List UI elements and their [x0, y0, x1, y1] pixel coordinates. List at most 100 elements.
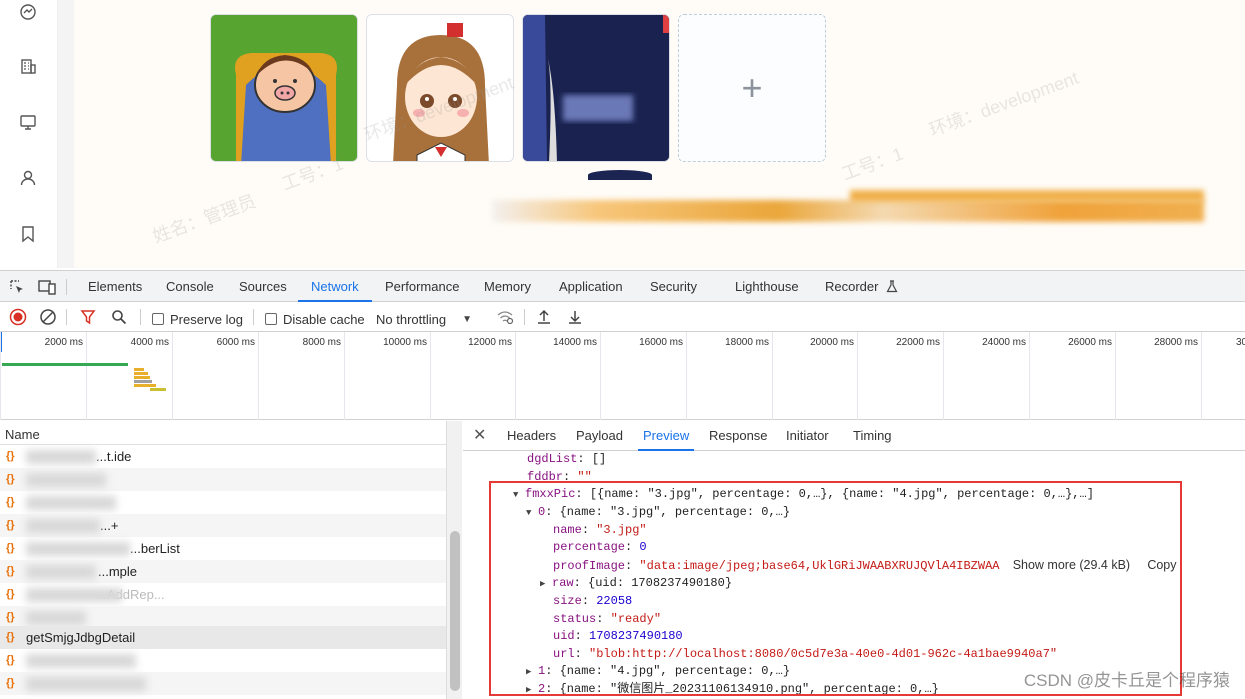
expand-triangle-icon[interactable]: ▶ [526, 663, 538, 681]
table-row[interactable]: {} [0, 491, 446, 514]
watermark-text: 环境：development [926, 67, 1082, 141]
throttling-select[interactable]: No throttling ▼ [376, 309, 472, 329]
device-toolbar-icon[interactable] [38, 278, 56, 296]
table-row[interactable]: {} [0, 468, 446, 491]
xhr-icon: {} [6, 677, 15, 689]
request-list-scrollbar[interactable] [446, 421, 462, 699]
tab-performance[interactable]: Performance [375, 271, 469, 302]
json-line: status: "ready" [553, 612, 662, 626]
json-line-expandable[interactable]: ▶ 2: {name: "微信图片_20231106134910.png", pe… [526, 680, 939, 698]
tab-elements[interactable]: Elements [78, 271, 152, 302]
tab-lighthouse[interactable]: Lighthouse [725, 271, 809, 302]
upload-add-button[interactable]: + [678, 14, 826, 162]
table-row[interactable]: {} [0, 649, 446, 672]
detail-tabbar: ✕ Headers Payload Preview Response Initi… [463, 421, 1245, 451]
table-row[interactable]: {} ...t.ide [0, 445, 446, 468]
xhr-icon: {} [6, 588, 15, 600]
app-sidebar [0, 0, 58, 268]
devtools-tabbar: Elements Console Sources Network Perform… [0, 270, 1245, 302]
image-thumbnail-pig[interactable] [210, 14, 358, 162]
inspect-element-icon[interactable] [8, 278, 26, 296]
timeline-tick: 2000 ms [0, 332, 86, 420]
tab-security[interactable]: Security [640, 271, 707, 302]
export-har-icon[interactable] [567, 307, 583, 327]
json-line: url: "blob:http://localhost:8080/0c5d7e3… [553, 647, 1058, 661]
blurred-content [850, 190, 1204, 202]
json-line: size: 22058 [553, 594, 633, 608]
search-icon[interactable] [111, 307, 127, 327]
csdn-watermark: CSDN @皮卡丘是个程序猿 [1023, 671, 1230, 690]
tab-payload[interactable]: Payload [571, 421, 628, 451]
timeline-bar [134, 384, 156, 387]
timeline-tick: 8000 ms [258, 332, 344, 420]
user-icon[interactable] [18, 168, 38, 188]
bookmark-icon[interactable] [18, 224, 38, 244]
redacted-text [26, 450, 96, 464]
tab-response[interactable]: Response [704, 421, 773, 451]
tab-network[interactable]: Network [298, 271, 372, 302]
record-stop-icon[interactable] [9, 307, 27, 327]
timeline-tick: 14000 ms [515, 332, 600, 420]
tab-timing[interactable]: Timing [848, 421, 897, 451]
tab-console[interactable]: Console [156, 271, 224, 302]
disable-cache-checkbox[interactable]: Disable cache [265, 309, 365, 329]
filter-icon[interactable] [80, 307, 96, 327]
table-row[interactable]: {} ...berList [0, 537, 446, 560]
building-icon[interactable] [18, 56, 38, 76]
monitor-icon[interactable] [18, 112, 38, 132]
checkbox-box[interactable] [265, 313, 277, 325]
network-overview-timeline[interactable]: 2000 ms 4000 ms 6000 ms 8000 ms 10000 ms… [0, 332, 1245, 420]
close-icon[interactable]: ✕ [473, 425, 486, 445]
dashboard-icon[interactable] [18, 2, 38, 22]
table-row[interactable]: {} ...+ [0, 514, 446, 537]
table-row-selected[interactable]: {} getSmjgJdbgDetail [0, 626, 446, 649]
preserve-log-checkbox[interactable]: Preserve log [152, 309, 243, 329]
tab-preview[interactable]: Preview [638, 421, 695, 451]
table-row[interactable]: {} ...AddRep... [0, 583, 446, 606]
tab-application[interactable]: Application [549, 271, 633, 302]
timeline-bar [134, 368, 144, 371]
watermark-text: 姓名：管理员 [150, 191, 259, 247]
tab-headers[interactable]: Headers [502, 421, 561, 451]
timeline-tick: 22000 ms [857, 332, 943, 420]
expand-triangle-icon[interactable]: ▶ [526, 681, 538, 699]
expand-triangle-icon[interactable]: ▼ [513, 486, 525, 504]
image-fragment [588, 170, 652, 180]
network-conditions-icon[interactable] [496, 307, 514, 327]
expand-triangle-icon[interactable]: ▶ [540, 575, 552, 593]
redacted-text [26, 611, 86, 625]
disable-cache-label: Disable cache [283, 311, 365, 327]
json-line-expandable[interactable]: ▼ 0: {name: "3.jpg", percentage: 0,…} [526, 503, 790, 521]
scrollbar-thumb[interactable] [450, 531, 460, 691]
tab-sources[interactable]: Sources [229, 271, 297, 302]
redacted-text [26, 519, 100, 533]
watermark-text: 工号：1 [838, 143, 906, 185]
table-row[interactable]: {} ...mple [0, 560, 446, 583]
json-line-expandable[interactable]: ▶ 1: {name: "4.jpg", percentage: 0,…} [526, 662, 790, 680]
tab-recorder[interactable]: Recorder [815, 271, 908, 302]
clear-icon[interactable] [39, 307, 57, 327]
column-header-name[interactable]: Name [0, 421, 446, 445]
blurred-content [492, 200, 1204, 222]
xhr-icon: {} [6, 496, 15, 508]
tab-initiator[interactable]: Initiator [781, 421, 834, 451]
redacted-text [26, 654, 136, 668]
import-har-icon[interactable] [536, 307, 552, 327]
plus-icon: + [741, 67, 763, 108]
show-more-button[interactable]: Show more (29.4 kB) [1013, 558, 1130, 572]
timeline-bar [134, 376, 150, 379]
timeline-tick: 4000 ms [86, 332, 172, 420]
xhr-icon: {} [6, 450, 15, 462]
app-area: + 姓名：管理员 工号：1 环境：development 工号：1 环境：dev… [0, 0, 1245, 268]
table-row[interactable]: {} [0, 672, 446, 695]
json-line-expandable[interactable]: ▼ fmxxPic: [{name: "3.jpg", percentage: 0… [513, 485, 1094, 503]
tab-memory[interactable]: Memory [474, 271, 541, 302]
image-thumbnail-dark[interactable] [522, 14, 670, 162]
timeline-tick: 16000 ms [600, 332, 686, 420]
json-line-expandable[interactable]: ▶ raw: {uid: 1708237490180} [540, 574, 732, 592]
checkbox-box[interactable] [152, 313, 164, 325]
redacted-text [26, 542, 130, 556]
timeline-bar [134, 372, 148, 375]
copy-button[interactable]: Copy [1147, 558, 1176, 572]
expand-triangle-icon[interactable]: ▼ [526, 504, 538, 522]
